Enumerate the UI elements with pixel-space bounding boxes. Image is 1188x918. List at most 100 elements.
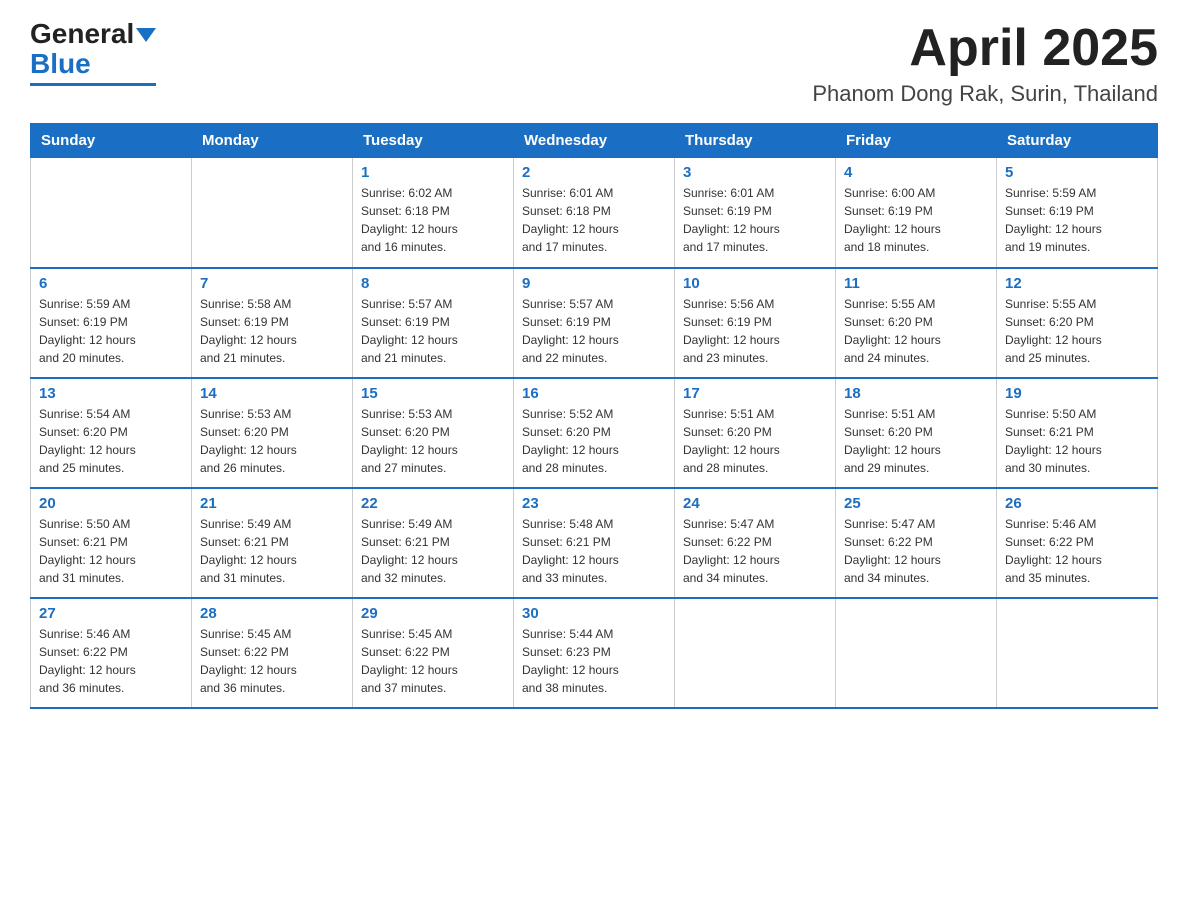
day-number: 25: [844, 495, 988, 512]
day-info: Sunrise: 6:01 AM Sunset: 6:19 PM Dayligh…: [683, 184, 827, 256]
table-row: [675, 598, 836, 708]
day-info: Sunrise: 5:52 AM Sunset: 6:20 PM Dayligh…: [522, 405, 666, 477]
table-row: 25 Sunrise: 5:47 AM Sunset: 6:22 PM Dayli…: [836, 488, 997, 598]
day-info: Sunrise: 6:01 AM Sunset: 6:18 PM Dayligh…: [522, 184, 666, 256]
table-row: [836, 598, 997, 708]
header-thursday: Thursday: [675, 124, 836, 158]
logo-blue-text: Blue: [30, 48, 91, 80]
calendar-week-row: 13Sunrise: 5:54 AM Sunset: 6:20 PM Dayli…: [31, 378, 1158, 488]
day-number: 1: [361, 164, 505, 181]
day-info: Sunrise: 5:55 AM Sunset: 6:20 PM Dayligh…: [844, 295, 988, 367]
logo: General Blue: [30, 20, 156, 86]
table-row: 14 Sunrise: 5:53 AM Sunset: 6:20 PM Dayli…: [192, 378, 353, 488]
day-number: 29: [361, 605, 505, 622]
day-info: Sunrise: 5:56 AM Sunset: 6:19 PM Dayligh…: [683, 295, 827, 367]
day-number: 19: [1005, 385, 1149, 402]
day-info: Sunrise: 5:57 AM Sunset: 6:19 PM Dayligh…: [522, 295, 666, 367]
day-info: Sunrise: 5:46 AM Sunset: 6:22 PM Dayligh…: [39, 625, 183, 697]
logo-general-text: General: [30, 20, 134, 48]
day-number: 5: [1005, 164, 1149, 181]
table-row: 1 Sunrise: 6:02 AM Sunset: 6:18 PM Daylig…: [353, 158, 514, 268]
day-info: Sunrise: 5:47 AM Sunset: 6:22 PM Dayligh…: [683, 515, 827, 587]
table-row: 19 Sunrise: 5:50 AM Sunset: 6:21 PM Dayli…: [997, 378, 1158, 488]
day-number: 14: [200, 385, 344, 402]
day-number: 9: [522, 275, 666, 292]
table-row: 9 Sunrise: 5:57 AM Sunset: 6:19 PM Daylig…: [514, 268, 675, 378]
table-row: [192, 158, 353, 268]
day-number: 11: [844, 275, 988, 292]
day-info: Sunrise: 5:50 AM Sunset: 6:21 PM Dayligh…: [39, 515, 183, 587]
calendar-week-row: 27Sunrise: 5:46 AM Sunset: 6:22 PM Dayli…: [31, 598, 1158, 708]
table-row: 28 Sunrise: 5:45 AM Sunset: 6:22 PM Dayli…: [192, 598, 353, 708]
table-row: 29 Sunrise: 5:45 AM Sunset: 6:22 PM Dayli…: [353, 598, 514, 708]
day-number: 21: [200, 495, 344, 512]
day-info: Sunrise: 5:59 AM Sunset: 6:19 PM Dayligh…: [39, 295, 183, 367]
header-wednesday: Wednesday: [514, 124, 675, 158]
day-info: Sunrise: 5:47 AM Sunset: 6:22 PM Dayligh…: [844, 515, 988, 587]
location-title: Phanom Dong Rak, Surin, Thailand: [812, 81, 1158, 107]
table-row: 5 Sunrise: 5:59 AM Sunset: 6:19 PM Daylig…: [997, 158, 1158, 268]
day-number: 4: [844, 164, 988, 181]
logo-underline: [30, 83, 156, 86]
day-number: 15: [361, 385, 505, 402]
day-info: Sunrise: 5:49 AM Sunset: 6:21 PM Dayligh…: [200, 515, 344, 587]
table-row: 15Sunrise: 5:53 AM Sunset: 6:20 PM Dayli…: [353, 378, 514, 488]
day-info: Sunrise: 5:59 AM Sunset: 6:19 PM Dayligh…: [1005, 184, 1149, 256]
month-title: April 2025: [812, 20, 1158, 77]
title-area: April 2025 Phanom Dong Rak, Surin, Thail…: [812, 20, 1158, 107]
table-row: 26 Sunrise: 5:46 AM Sunset: 6:22 PM Dayli…: [997, 488, 1158, 598]
day-info: Sunrise: 5:46 AM Sunset: 6:22 PM Dayligh…: [1005, 515, 1149, 587]
logo-triangle-icon: [136, 28, 156, 42]
calendar-week-row: 20Sunrise: 5:50 AM Sunset: 6:21 PM Dayli…: [31, 488, 1158, 598]
day-info: Sunrise: 5:51 AM Sunset: 6:20 PM Dayligh…: [683, 405, 827, 477]
calendar-week-row: 6 Sunrise: 5:59 AM Sunset: 6:19 PM Daylig…: [31, 268, 1158, 378]
day-info: Sunrise: 5:44 AM Sunset: 6:23 PM Dayligh…: [522, 625, 666, 697]
table-row: 22Sunrise: 5:49 AM Sunset: 6:21 PM Dayli…: [353, 488, 514, 598]
table-row: 11 Sunrise: 5:55 AM Sunset: 6:20 PM Dayli…: [836, 268, 997, 378]
day-number: 22: [361, 495, 505, 512]
table-row: 30 Sunrise: 5:44 AM Sunset: 6:23 PM Dayli…: [514, 598, 675, 708]
table-row: 10 Sunrise: 5:56 AM Sunset: 6:19 PM Dayli…: [675, 268, 836, 378]
day-number: 23: [522, 495, 666, 512]
day-number: 18: [844, 385, 988, 402]
header-sunday: Sunday: [31, 124, 192, 158]
day-number: 13: [39, 385, 183, 402]
day-info: Sunrise: 5:50 AM Sunset: 6:21 PM Dayligh…: [1005, 405, 1149, 477]
day-info: Sunrise: 5:48 AM Sunset: 6:21 PM Dayligh…: [522, 515, 666, 587]
day-info: Sunrise: 6:00 AM Sunset: 6:19 PM Dayligh…: [844, 184, 988, 256]
table-row: 23 Sunrise: 5:48 AM Sunset: 6:21 PM Dayli…: [514, 488, 675, 598]
day-info: Sunrise: 5:53 AM Sunset: 6:20 PM Dayligh…: [200, 405, 344, 477]
calendar-week-row: 1 Sunrise: 6:02 AM Sunset: 6:18 PM Daylig…: [31, 158, 1158, 268]
day-number: 30: [522, 605, 666, 622]
table-row: 18 Sunrise: 5:51 AM Sunset: 6:20 PM Dayli…: [836, 378, 997, 488]
page-header: General Blue April 2025 Phanom Dong Rak,…: [30, 20, 1158, 107]
day-info: Sunrise: 5:58 AM Sunset: 6:19 PM Dayligh…: [200, 295, 344, 367]
table-row: 21 Sunrise: 5:49 AM Sunset: 6:21 PM Dayli…: [192, 488, 353, 598]
table-row: 2 Sunrise: 6:01 AM Sunset: 6:18 PM Daylig…: [514, 158, 675, 268]
day-info: Sunrise: 6:02 AM Sunset: 6:18 PM Dayligh…: [361, 184, 505, 256]
header-monday: Monday: [192, 124, 353, 158]
calendar-table: Sunday Monday Tuesday Wednesday Thursday…: [30, 123, 1158, 709]
header-saturday: Saturday: [997, 124, 1158, 158]
table-row: 13Sunrise: 5:54 AM Sunset: 6:20 PM Dayli…: [31, 378, 192, 488]
day-number: 24: [683, 495, 827, 512]
day-info: Sunrise: 5:45 AM Sunset: 6:22 PM Dayligh…: [200, 625, 344, 697]
table-row: 24 Sunrise: 5:47 AM Sunset: 6:22 PM Dayli…: [675, 488, 836, 598]
table-row: 7Sunrise: 5:58 AM Sunset: 6:19 PM Daylig…: [192, 268, 353, 378]
day-number: 16: [522, 385, 666, 402]
day-info: Sunrise: 5:45 AM Sunset: 6:22 PM Dayligh…: [361, 625, 505, 697]
day-number: 10: [683, 275, 827, 292]
header-friday: Friday: [836, 124, 997, 158]
day-info: Sunrise: 5:51 AM Sunset: 6:20 PM Dayligh…: [844, 405, 988, 477]
table-row: [997, 598, 1158, 708]
day-number: 28: [200, 605, 344, 622]
table-row: 4 Sunrise: 6:00 AM Sunset: 6:19 PM Daylig…: [836, 158, 997, 268]
day-number: 26: [1005, 495, 1149, 512]
table-row: 17 Sunrise: 5:51 AM Sunset: 6:20 PM Dayli…: [675, 378, 836, 488]
day-info: Sunrise: 5:55 AM Sunset: 6:20 PM Dayligh…: [1005, 295, 1149, 367]
table-row: 27Sunrise: 5:46 AM Sunset: 6:22 PM Dayli…: [31, 598, 192, 708]
day-number: 2: [522, 164, 666, 181]
table-row: 3Sunrise: 6:01 AM Sunset: 6:19 PM Daylig…: [675, 158, 836, 268]
day-number: 17: [683, 385, 827, 402]
day-number: 6: [39, 275, 183, 292]
